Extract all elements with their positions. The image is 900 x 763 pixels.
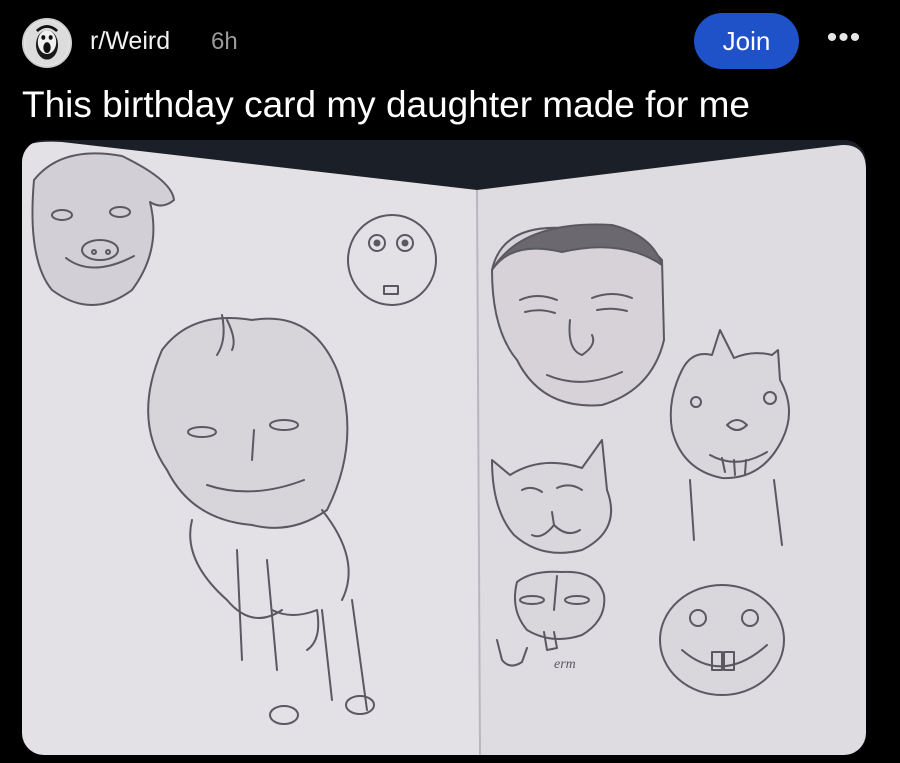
post-title[interactable]: This birthday card my daughter made for … [22, 84, 750, 126]
beaver-face-drawing [659, 584, 785, 696]
subreddit-name[interactable]: r/Weird [90, 27, 170, 56]
join-button[interactable]: Join [694, 13, 799, 69]
subreddit-avatar[interactable] [22, 18, 72, 68]
more-horizontal-icon[interactable]: ••• [824, 23, 864, 53]
screaming-face-icon [24, 20, 70, 66]
post-timestamp: 6h [211, 28, 238, 55]
birthday-card-photo: erm [22, 140, 866, 755]
handwritten-erm: erm [554, 657, 576, 672]
post-image[interactable]: erm [22, 140, 866, 755]
post-header: r/Weird 6h Join ••• [0, 0, 900, 84]
